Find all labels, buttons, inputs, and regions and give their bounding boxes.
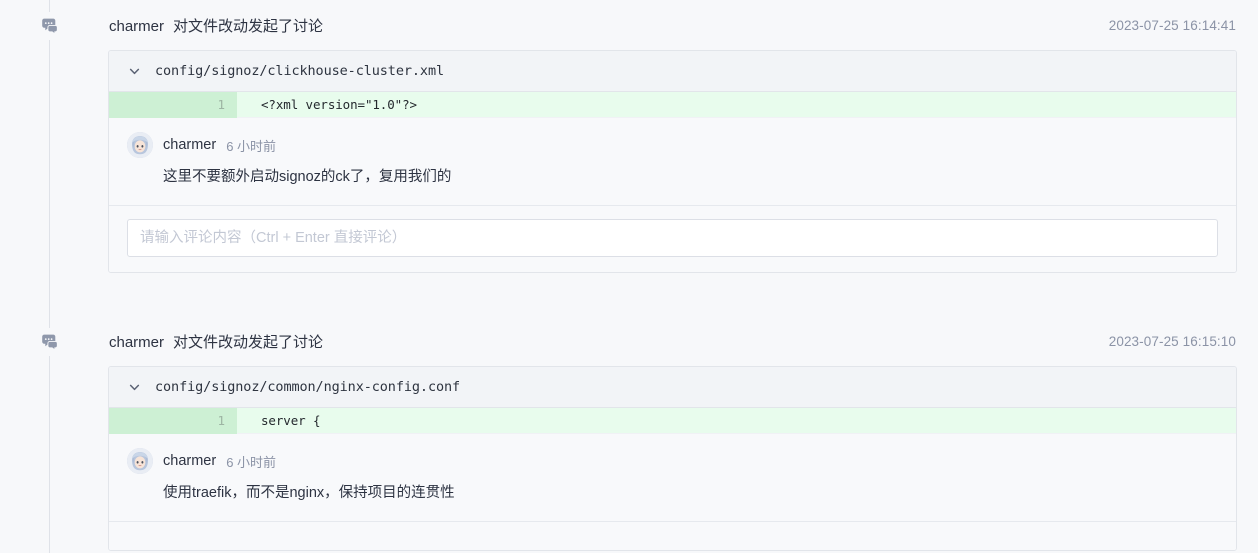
code-line-row: 1 <?xml version="1.0"?> (109, 91, 1236, 118)
reply-area (109, 521, 1236, 550)
reply-area (109, 205, 1236, 272)
comment-time-ago: 6 小时前 (226, 138, 277, 154)
comment-author[interactable]: charmer (163, 453, 216, 469)
event-timestamp: 2023-07-25 16:14:41 (1108, 17, 1236, 33)
event-author[interactable]: charmer (109, 18, 164, 35)
avatar[interactable] (127, 132, 153, 158)
comment-item: charmer 6 小时前 这里不要额外启动signoz的ck了，复用我们的 (109, 118, 1236, 206)
timeline-rail (49, 0, 50, 553)
chevron-down-icon[interactable] (127, 64, 141, 78)
comment-author[interactable]: charmer (163, 137, 216, 153)
code-line-content: server { (261, 413, 321, 428)
reply-input[interactable] (127, 218, 1218, 257)
chevron-down-icon[interactable] (127, 380, 141, 394)
comment-text: 这里不要额外启动signoz的ck了，复用我们的 (163, 169, 452, 185)
event-header: charmer 对文件改动发起了讨论 2023-07-25 16:15:10 (108, 316, 1237, 366)
event-action-text: 对文件改动发起了讨论 (173, 17, 324, 35)
event-author[interactable]: charmer (109, 334, 164, 351)
event-timestamp: 2023-07-25 16:15:10 (1108, 333, 1236, 349)
file-path: config/signoz/common/nginx-config.conf (155, 379, 461, 395)
event-header: charmer 对文件改动发起了讨论 2023-07-25 16:14:41 (108, 0, 1237, 50)
code-line-content: <?xml version="1.0"?> (261, 97, 417, 112)
timeline-node-2 (36, 328, 64, 356)
discussion-event-1: charmer 对文件改动发起了讨论 2023-07-25 16:14:41 c… (108, 0, 1237, 273)
file-header-bar[interactable]: config/signoz/clickhouse-cluster.xml (109, 51, 1236, 92)
comment-item: charmer 6 小时前 使用traefik，而不是nginx，保持项目的连贯… (109, 434, 1236, 522)
code-line-row: 1 server { (109, 407, 1236, 434)
discussion-timeline-page: charmer 对文件改动发起了讨论 2023-07-25 16:14:41 c… (0, 0, 1258, 553)
discussion-card: config/signoz/common/nginx-config.conf 1… (108, 366, 1237, 551)
avatar[interactable] (127, 448, 153, 474)
event-action-text: 对文件改动发起了讨论 (173, 333, 324, 351)
code-line-number: 1 (109, 407, 237, 434)
comment-bubbles-icon (40, 16, 60, 36)
code-line-number: 1 (109, 91, 237, 118)
comment-text: 使用traefik，而不是nginx，保持项目的连贯性 (163, 485, 455, 501)
discussion-card: config/signoz/clickhouse-cluster.xml 1 <… (108, 50, 1237, 273)
comment-time-ago: 6 小时前 (226, 454, 277, 470)
comment-bubbles-icon (40, 332, 60, 352)
file-path: config/signoz/clickhouse-cluster.xml (155, 63, 444, 79)
discussion-event-2: charmer 对文件改动发起了讨论 2023-07-25 16:15:10 c… (108, 316, 1237, 551)
file-header-bar[interactable]: config/signoz/common/nginx-config.conf (109, 367, 1236, 408)
timeline-node-1 (36, 12, 64, 40)
